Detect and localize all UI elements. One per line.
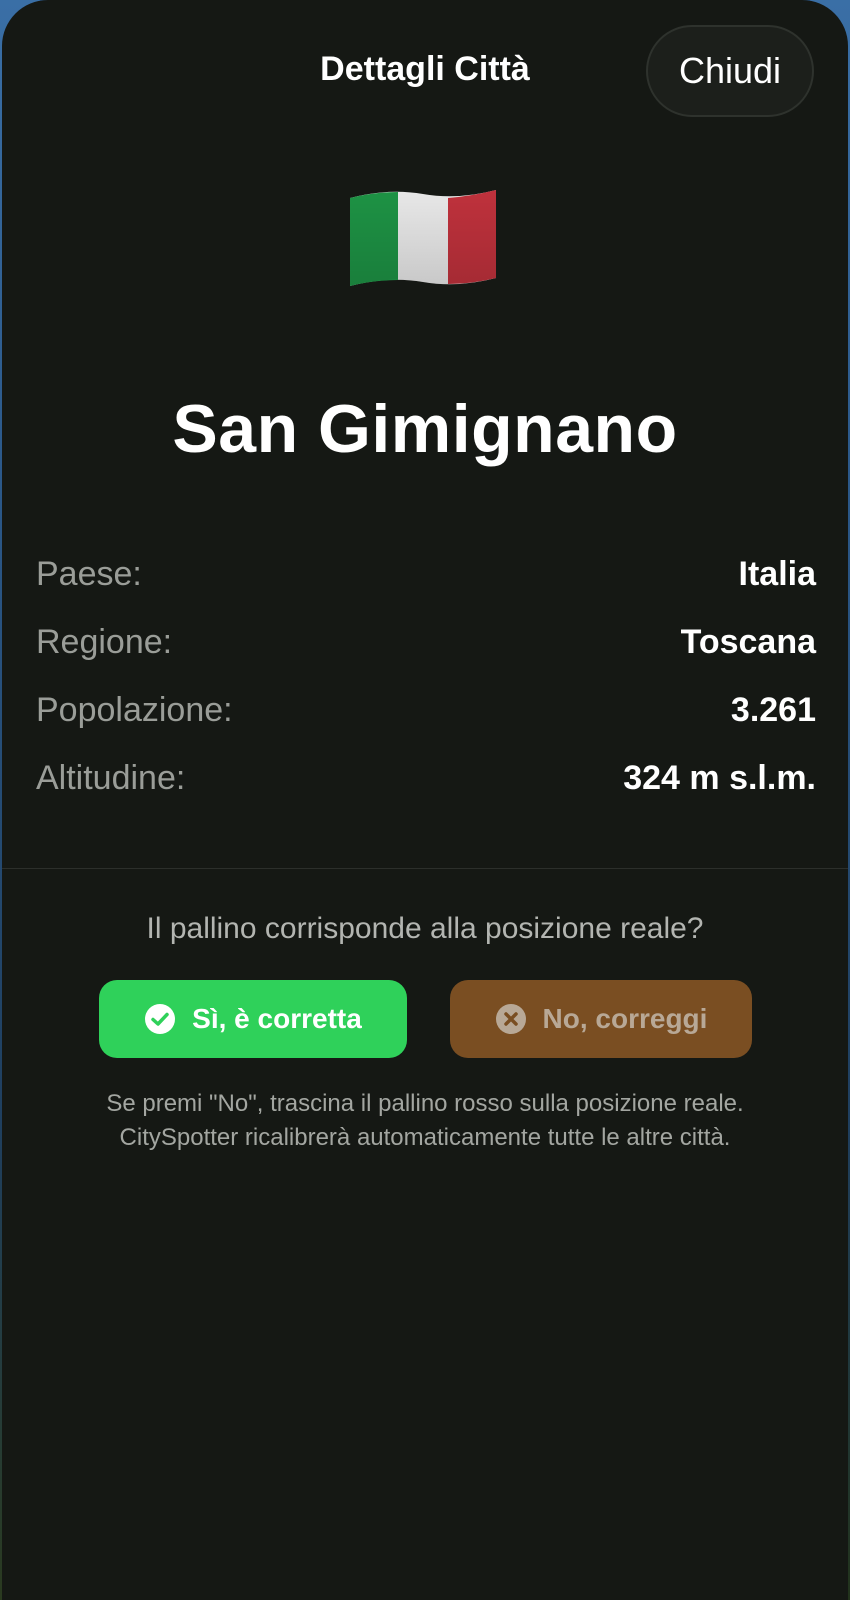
city-details-sheet: Dettagli Città Chiudi San Gimignano Paes… — [2, 0, 848, 1600]
city-details-list: Paese: Italia Regione: Toscana Popolazio… — [36, 540, 816, 812]
detail-row-altitude: Altitudine: 324 m s.l.m. — [36, 744, 816, 812]
detail-row-region: Regione: Toscana — [36, 608, 816, 676]
detail-label: Altitudine: — [36, 758, 186, 797]
detail-label: Regione: — [36, 622, 173, 661]
correct-position-label: No, correggi — [542, 1003, 708, 1034]
city-name: San Gimignano — [172, 391, 678, 467]
correction-hint: Se premi "No", trascina il pallino rosso… — [2, 1087, 848, 1155]
correct-position-button[interactable]: No, correggi — [450, 980, 752, 1058]
sheet-header: Dettagli Città Chiudi — [2, 0, 848, 140]
detail-row-country: Paese: Italia — [36, 540, 816, 608]
close-button[interactable]: Chiudi — [646, 25, 814, 117]
confirm-position-label: Sì, è corretta — [192, 1003, 362, 1034]
x-circle-icon — [495, 1004, 526, 1034]
detail-label: Paese: — [36, 554, 142, 593]
detail-value: 3.261 — [730, 690, 816, 729]
check-circle-icon — [145, 1004, 176, 1034]
detail-label: Popolazione: — [36, 690, 233, 729]
hint-line: Se premi "No", trascina il pallino rosso… — [106, 1090, 744, 1117]
italy-flag-icon — [350, 190, 496, 286]
position-question: Il pallino corrisponde alla posizione re… — [146, 912, 704, 945]
section-divider — [2, 868, 848, 869]
hint-line: CitySpotter ricalibrerà automaticamente … — [119, 1124, 731, 1151]
confirm-position-button[interactable]: Sì, è corretta — [99, 980, 407, 1058]
detail-value: 324 m s.l.m. — [623, 758, 816, 797]
detail-row-population: Popolazione: 3.261 — [36, 676, 816, 744]
detail-value: Toscana — [680, 622, 816, 661]
detail-value: Italia — [738, 554, 816, 593]
